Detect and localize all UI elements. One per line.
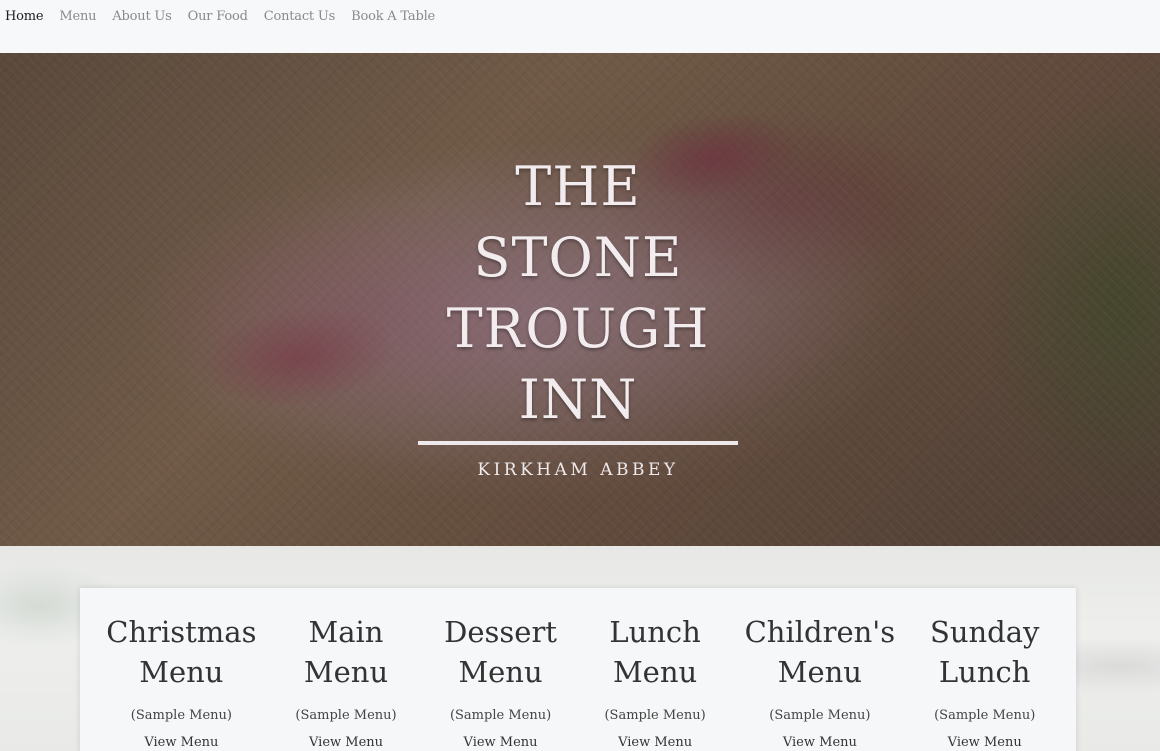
menu-sample-label: (Sample Menu) (295, 708, 397, 723)
nav-menu-link[interactable]: Menu (59, 9, 96, 24)
menus-card: Christmas Menu (Sample Menu) View Menu M… (80, 588, 1076, 751)
menu-title-line: Children's (744, 615, 896, 649)
menu-title-line: Menu (458, 655, 543, 689)
menu-column-sunday: Sunday Lunch (Sample Menu) View Menu (920, 588, 1050, 751)
site-title: THE STONE TROUGH INN (418, 151, 738, 435)
site-title-line-3: TROUGH (446, 297, 710, 360)
menu-column-childrens: Children's Menu (Sample Menu) View Menu (745, 588, 896, 751)
menu-column-lunch: Lunch Menu (Sample Menu) View Menu (590, 588, 720, 751)
menu-title-line: Menu (777, 655, 862, 689)
menu-column-christmas: Christmas Menu (Sample Menu) View Menu (106, 588, 256, 751)
menu-title-line: Menu (303, 655, 389, 689)
hero-divider (418, 441, 738, 445)
menu-title-line: Christmas (106, 615, 257, 649)
nav-about-us-link[interactable]: About Us (112, 9, 171, 24)
view-menu-link[interactable]: View Menu (948, 735, 1022, 750)
view-menu-link[interactable]: View Menu (309, 735, 383, 750)
nav-our-food-link[interactable]: Our Food (188, 9, 248, 24)
menu-sample-label: (Sample Menu) (769, 708, 871, 723)
menu-column-dessert: Dessert Menu (Sample Menu) View Menu (436, 588, 566, 751)
nav-book-a-table-link[interactable]: Book A Table (351, 9, 435, 24)
menu-title: Main Menu (281, 612, 411, 692)
menu-title: Sunday Lunch (920, 612, 1050, 692)
nav-contact-us-link[interactable]: Contact Us (264, 9, 336, 24)
menu-title-line: Menu (139, 655, 224, 689)
menu-title: Christmas Menu (106, 612, 256, 692)
view-menu-link[interactable]: View Menu (464, 735, 538, 750)
hero-title-block: THE STONE TROUGH INN (418, 151, 738, 435)
menu-title-line: Lunch (938, 655, 1031, 689)
menu-title-line: Dessert (444, 615, 557, 649)
menu-title: Children's Menu (745, 612, 896, 692)
hero-banner: THE STONE TROUGH INN KIRKHAM ABBEY (0, 53, 1160, 546)
menus-section: Christmas Menu (Sample Menu) View Menu M… (0, 546, 1160, 751)
menu-title-line: Main (308, 615, 384, 649)
view-menu-link[interactable]: View Menu (618, 735, 692, 750)
view-menu-link[interactable]: View Menu (144, 735, 218, 750)
menu-sample-label: (Sample Menu) (130, 708, 232, 723)
site-subtitle: KIRKHAM ABBEY (477, 460, 679, 480)
menu-sample-label: (Sample Menu) (934, 708, 1036, 723)
view-menu-link[interactable]: View Menu (783, 735, 857, 750)
nav-home-link[interactable]: Home (5, 9, 44, 24)
top-navigation: Home Menu About Us Our Food Contact Us B… (0, 0, 1160, 53)
menu-title: Lunch Menu (590, 612, 720, 692)
site-title-line-2: STONE (473, 226, 683, 289)
menu-sample-label: (Sample Menu) (604, 708, 706, 723)
menu-title-line: Lunch (609, 615, 701, 649)
menu-title: Dessert Menu (436, 612, 566, 692)
menu-column-main: Main Menu (Sample Menu) View Menu (281, 588, 411, 751)
site-title-line-1: THE (515, 155, 641, 218)
menu-sample-label: (Sample Menu) (449, 708, 552, 723)
site-title-line-4: INN (518, 368, 638, 431)
menu-title-line: Sunday (929, 615, 1040, 649)
menu-title-line: Menu (612, 655, 698, 689)
